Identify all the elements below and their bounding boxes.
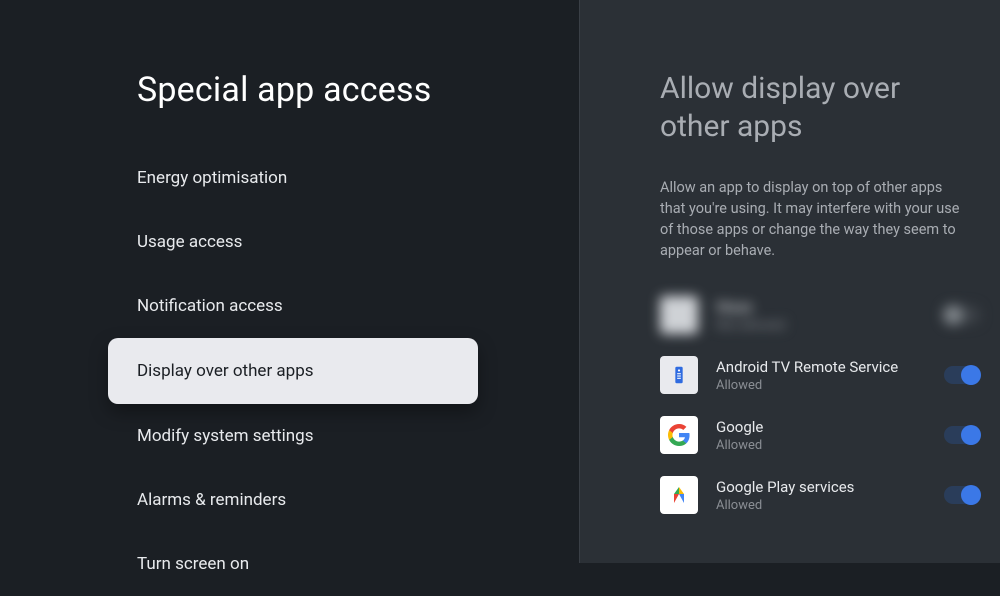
app-row[interactable]: Waze Not allowed <box>580 285 1000 345</box>
app-info: Google Play services Allowed <box>716 478 944 513</box>
menu-item-label: Energy optimisation <box>137 168 287 188</box>
app-row[interactable]: Google Play services Allowed <box>580 465 1000 525</box>
right-title: Allow display over other apps <box>660 70 970 145</box>
menu-item-label: Alarms & reminders <box>137 490 286 510</box>
left-panel: Special app access Energy optimisation U… <box>0 0 579 563</box>
menu-item-turn-screen-on[interactable]: Turn screen on <box>0 532 579 596</box>
app-info: Waze Not allowed <box>716 298 944 333</box>
menu-item-modify-system-settings[interactable]: Modify system settings <box>0 404 579 468</box>
app-row[interactable]: Android TV Remote Service Allowed <box>580 345 1000 405</box>
menu-item-energy-optimisation[interactable]: Energy optimisation <box>0 146 579 210</box>
app-name: Waze <box>716 298 944 316</box>
remote-svg <box>668 364 690 386</box>
menu-item-label: Modify system settings <box>137 426 313 446</box>
toggle-switch[interactable] <box>944 426 980 444</box>
app-list: Waze Not allowed Android TV Remote Servi… <box>580 285 1000 525</box>
app-row[interactable]: Google Allowed <box>580 405 1000 465</box>
toggle-switch[interactable] <box>944 306 980 324</box>
toggle-switch[interactable] <box>944 366 980 384</box>
app-status: Not allowed <box>716 318 944 333</box>
menu-item-label: Display over other apps <box>137 361 314 381</box>
page-title: Special app access <box>137 70 579 110</box>
play-services-svg <box>667 483 691 507</box>
menu-item-label: Usage access <box>137 232 242 252</box>
play-services-icon <box>660 476 698 514</box>
app-status: Allowed <box>716 378 944 393</box>
menu-item-alarms-reminders[interactable]: Alarms & reminders <box>0 468 579 532</box>
menu-item-notification-access[interactable]: Notification access <box>0 274 579 338</box>
google-icon <box>660 416 698 454</box>
app-icon <box>660 296 698 334</box>
app-info: Android TV Remote Service Allowed <box>716 358 944 393</box>
google-svg <box>667 423 691 447</box>
app-status: Allowed <box>716 498 944 513</box>
right-panel: Allow display over other apps Allow an a… <box>579 0 1000 563</box>
app-name: Google <box>716 418 944 436</box>
app-name: Google Play services <box>716 478 944 496</box>
menu-item-display-over-other-apps[interactable]: Display over other apps <box>108 338 478 404</box>
tv-remote-icon <box>660 356 698 394</box>
menu-list: Energy optimisation Usage access Notific… <box>0 146 579 596</box>
menu-item-label: Notification access <box>137 296 283 316</box>
app-info: Google Allowed <box>716 418 944 453</box>
menu-item-label: Turn screen on <box>137 554 249 574</box>
right-description: Allow an app to display on top of other … <box>660 177 970 261</box>
toggle-switch[interactable] <box>944 486 980 504</box>
app-status: Allowed <box>716 438 944 453</box>
app-name: Android TV Remote Service <box>716 358 944 376</box>
menu-item-usage-access[interactable]: Usage access <box>0 210 579 274</box>
